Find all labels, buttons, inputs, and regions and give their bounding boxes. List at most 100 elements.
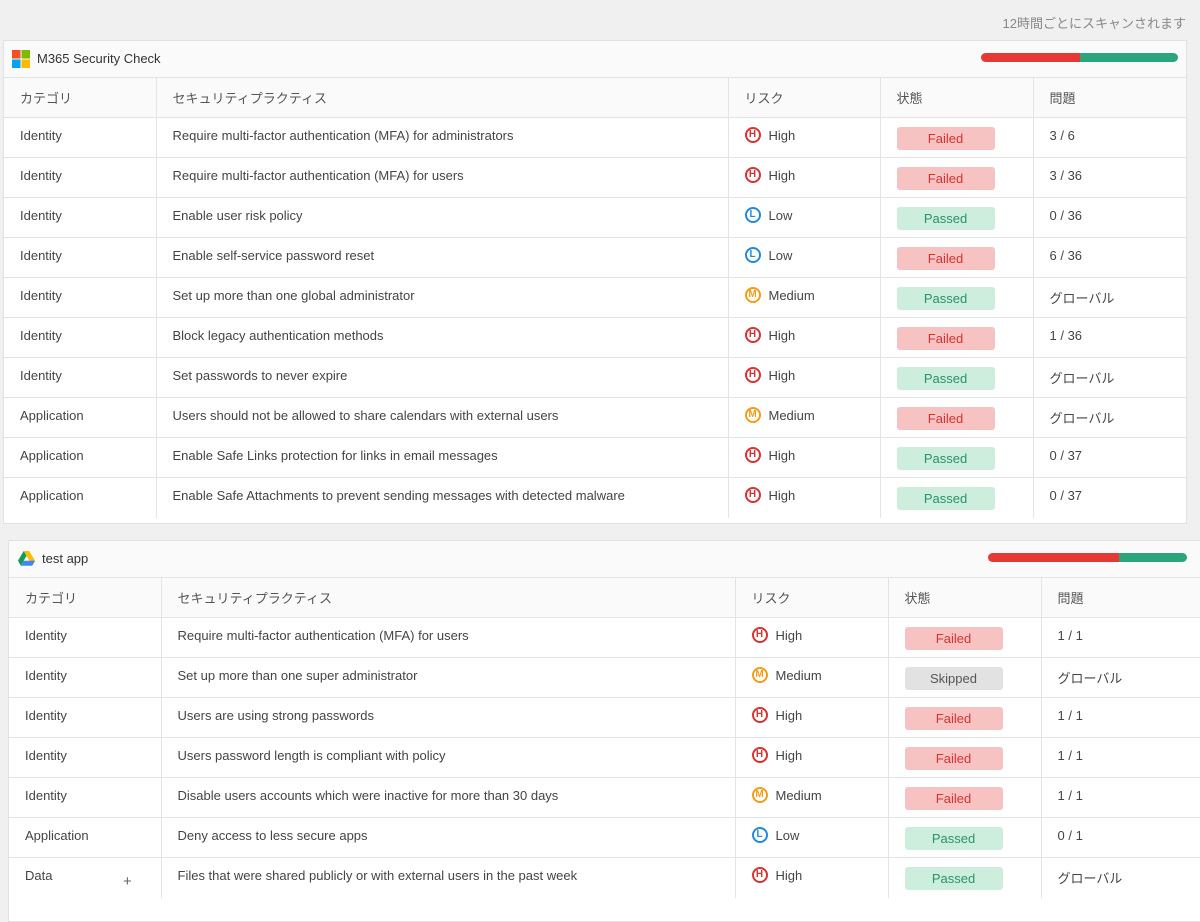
practice-cell[interactable]: Files that were shared publicly or with … [161,857,736,898]
failed-portion [981,53,1080,62]
status-badge[interactable]: Passed [904,827,1003,850]
column-header-practice[interactable]: セキュリティプラクティス [156,78,729,118]
risk-label: High [768,327,796,343]
category-cell: Identity [9,737,162,778]
column-header-category[interactable]: カテゴリ [9,578,162,618]
table-row[interactable]: Identity Users password length is complia… [9,737,1200,778]
practice-cell[interactable]: Set up more than one super administrator [161,657,736,698]
status-badge[interactable]: Passed [896,287,995,310]
high-risk-icon: H [751,627,768,643]
practices-table: カテゴリ セキュリティプラクティス リスク 状態 問題 Identity Require … [4,78,1186,518]
risk-indicator: L Low [744,247,864,263]
column-header-risk[interactable]: リスク [735,578,889,618]
column-header-risk[interactable]: リスク [728,78,881,118]
practice-cell[interactable]: Require multi-factor authentication (MFA… [161,617,736,658]
practice-cell[interactable]: Deny access to less secure apps [161,817,736,858]
status-badge[interactable]: Passed [896,207,995,230]
table-row[interactable]: Identity Set up more than one super admin… [9,657,1200,698]
status-badge[interactable]: Failed [896,407,995,430]
status-badge[interactable]: Failed [896,127,995,150]
table-row[interactable]: Identity Block legacy authentication meth… [4,317,1186,358]
risk-cell: M Medium [735,657,889,698]
risk-cell: L Low [728,237,881,278]
practice-cell[interactable]: Require multi-factor authentication (MFA… [156,117,729,158]
status-badge[interactable]: Passed [904,867,1003,890]
table-row[interactable]: Identity Require multi-factor authenticat… [4,117,1186,158]
table-row[interactable]: Identity Require multi-factor authenticat… [9,617,1200,658]
table-row[interactable]: Identity Enable self-service password res… [4,237,1186,278]
status-badge[interactable]: Failed [896,247,995,270]
status-badge[interactable]: Failed [896,167,995,190]
risk-cell: M Medium [728,397,881,438]
issues-cell: 1 / 1 [1041,697,1200,738]
issues-cell: 0 / 1 [1041,817,1200,858]
category-cell: Identity [4,317,157,358]
practice-cell[interactable]: Enable self-service password reset [156,237,729,278]
security-score-bar [981,53,1178,62]
table-row[interactable]: Identity Set up more than one global admi… [4,277,1186,318]
high-risk-icon: H [744,327,761,343]
practice-cell[interactable]: Set up more than one global administrato… [156,277,729,318]
status-badge[interactable]: Passed [896,447,995,470]
status-badge[interactable]: Failed [896,327,995,350]
practice-cell[interactable]: Set passwords to never expire [156,357,729,398]
column-header-category[interactable]: カテゴリ [4,78,157,118]
high-risk-icon: H [744,447,761,463]
practice-cell[interactable]: Enable Safe Attachments to prevent sendi… [156,477,729,518]
status-cell: Passed [880,197,1034,238]
practice-cell[interactable]: Users should not be allowed to share cal… [156,397,729,438]
issues-cell: グローバル [1057,871,1123,886]
table-row[interactable]: Identity Users are using strong passwords… [9,697,1200,738]
low-risk-icon: L [751,827,768,843]
column-header-issues[interactable]: 問題 [1041,578,1200,618]
practice-cell[interactable]: Enable user risk policy [156,197,729,238]
issues-cell: 6 / 36 [1033,237,1186,278]
risk-cell: H High [735,617,889,658]
risk-label: Medium [775,667,822,683]
low-risk-icon: L [744,247,761,263]
practice-cell[interactable]: Block legacy authentication methods [156,317,729,358]
table-row[interactable]: Application Users should not be allowed t… [4,397,1186,438]
microsoft-logo-icon [12,50,30,71]
column-header-status[interactable]: 状態 [880,78,1034,118]
table-row[interactable]: Identity Disable users accounts which wer… [9,777,1200,818]
table-row[interactable]: Identity Require multi-factor authenticat… [4,157,1186,198]
status-badge[interactable]: Failed [904,627,1003,650]
risk-indicator: M Medium [744,287,864,303]
column-header-status[interactable]: 状態 [888,578,1042,618]
category-cell: Identity [4,277,157,318]
issues-cell: 1 / 36 [1033,317,1186,358]
category-cell: Identity [4,117,157,158]
category-cell: Identity [9,697,162,738]
medium-risk-icon: M [751,667,768,683]
status-cell: Failed [880,117,1034,158]
status-badge[interactable]: Failed [904,747,1003,770]
status-badge[interactable]: Failed [904,787,1003,810]
practice-cell[interactable]: Require multi-factor authentication (MFA… [156,157,729,198]
add-icon[interactable]: + [123,873,132,890]
status-badge[interactable]: Passed [896,367,995,390]
table-row[interactable]: Application Enable Safe Links protection … [4,437,1186,478]
status-badge[interactable]: Failed [904,707,1003,730]
practice-cell[interactable]: Enable Safe Links protection for links i… [156,437,729,478]
status-cell: Failed [888,777,1042,818]
high-risk-icon: H [751,867,768,883]
table-row[interactable]: Data Files that were shared publicly or w… [9,857,1200,898]
issues-cell: 0 / 36 [1033,197,1186,238]
practice-cell[interactable]: Users password length is compliant with … [161,737,736,778]
table-row[interactable]: Application Enable Safe Attachments to pr… [4,477,1186,518]
table-row[interactable]: Application Deny access to less secure ap… [9,817,1200,858]
status-cell: Passed [888,817,1042,858]
practice-cell[interactable]: Disable users accounts which were inacti… [161,777,736,818]
section-title: test app [42,551,89,566]
table-row[interactable]: Identity Set passwords to never expire H Hi… [4,357,1186,398]
risk-indicator: H High [744,487,864,503]
status-badge[interactable]: Skipped [904,667,1003,690]
column-header-practice[interactable]: セキュリティプラクティス [161,578,736,618]
risk-cell: H High [735,857,889,898]
column-header-issues[interactable]: 問題 [1033,78,1186,118]
practice-cell[interactable]: Users are using strong passwords [161,697,736,738]
table-row[interactable]: Identity Enable user risk policy L Low Passe… [4,197,1186,238]
medium-risk-icon: M [751,787,768,803]
status-badge[interactable]: Passed [896,487,995,510]
